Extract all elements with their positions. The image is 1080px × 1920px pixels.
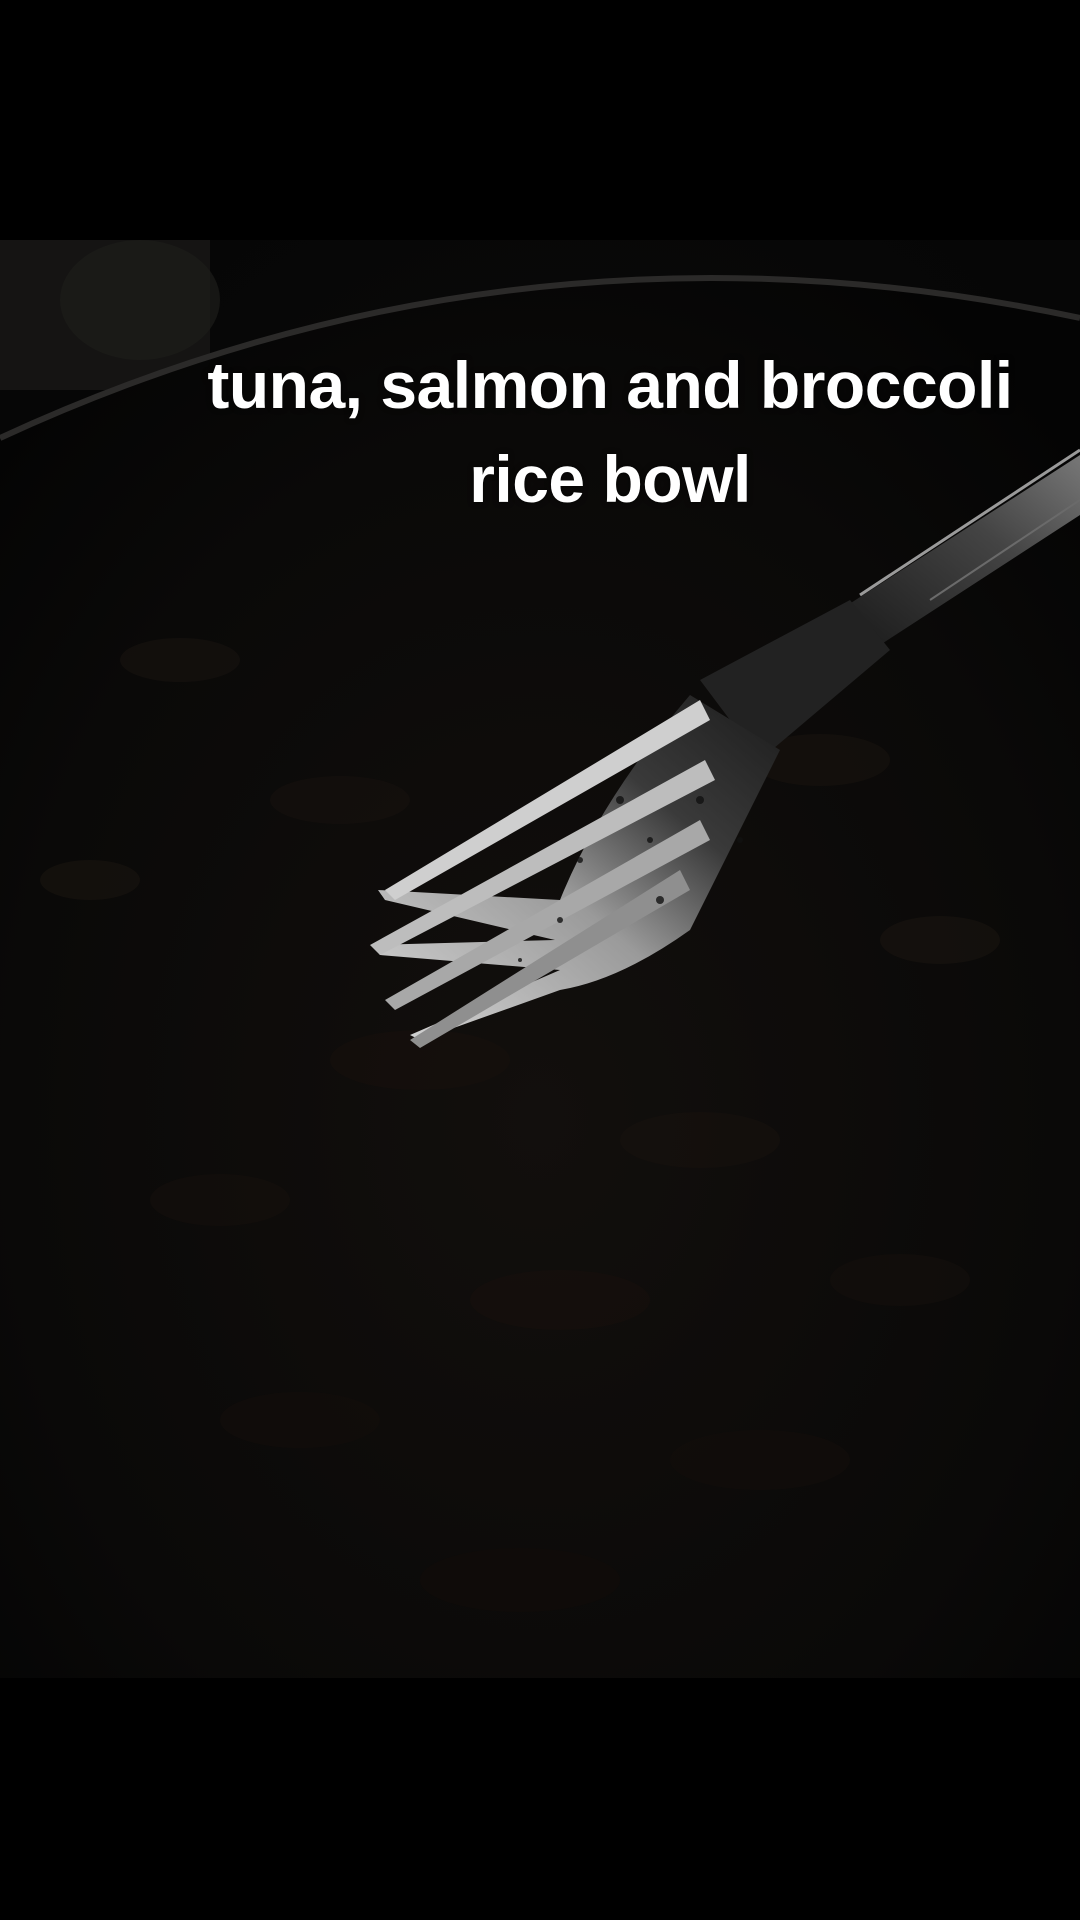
video-caption: tuna, salmon and broccoli rice bowl [207, 348, 1013, 516]
video-page: tuna, salmon and broccoli rice bowl [0, 0, 1080, 1920]
letterbox-bottom [0, 1678, 1080, 1920]
letterbox-top [0, 0, 1080, 240]
